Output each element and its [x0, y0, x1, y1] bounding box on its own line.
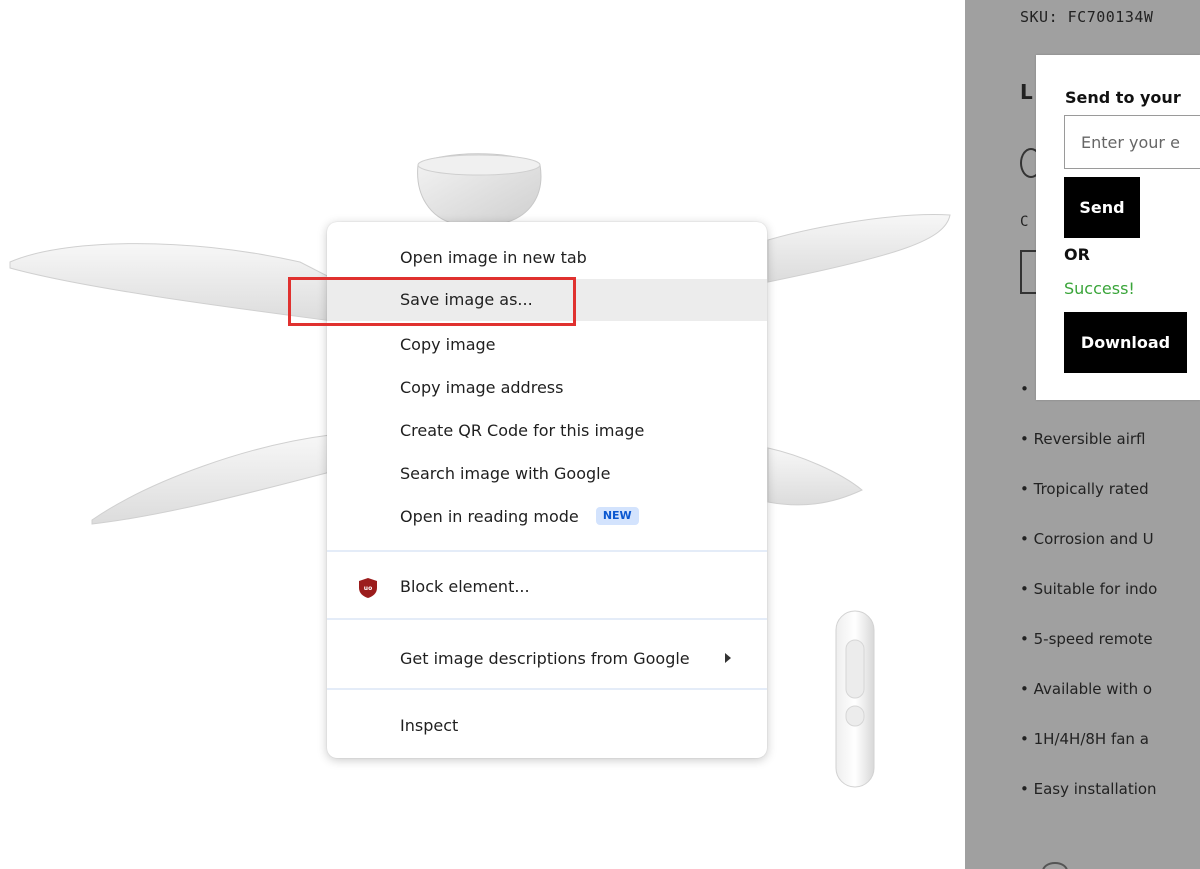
- or-divider-label: OR: [1064, 245, 1090, 264]
- feature-item: • 1H/4H/8H fan a: [1020, 730, 1149, 748]
- menu-item-open-reading-mode[interactable]: Open in reading mode NEW: [327, 496, 767, 538]
- partial-icon: [1042, 862, 1068, 869]
- menu-item-label: Open image in new tab: [400, 248, 587, 267]
- menu-item-label: Search image with Google: [400, 464, 611, 483]
- menu-item-save-image-as[interactable]: Save image as...: [327, 279, 767, 321]
- fan-blade: [91, 434, 339, 525]
- menu-item-label: Copy image address: [400, 378, 564, 397]
- menu-item-create-qr-code[interactable]: Create QR Code for this image: [327, 410, 767, 452]
- menu-item-copy-image[interactable]: Copy image: [327, 324, 767, 366]
- success-message: Success!: [1064, 279, 1135, 298]
- fan-remote: [835, 610, 875, 788]
- new-badge: NEW: [595, 506, 639, 525]
- ublock-origin-icon: uo: [359, 578, 377, 598]
- menu-separator: [327, 618, 767, 620]
- menu-item-label: Block element...: [400, 577, 530, 596]
- download-button[interactable]: Download: [1064, 312, 1187, 373]
- menu-separator: [327, 550, 767, 552]
- option-label: C: [1020, 214, 1029, 230]
- context-menu: Open image in new tab Save image as... C…: [327, 222, 767, 758]
- menu-item-label: Copy image: [400, 335, 496, 354]
- feature-item: • Reversible airfl: [1020, 430, 1146, 448]
- submenu-arrow-icon: [725, 653, 731, 663]
- fan-blade: [767, 214, 951, 283]
- product-heading: L: [1020, 80, 1033, 104]
- feature-bullet: •: [1020, 380, 1030, 398]
- feature-item: • Easy installation: [1020, 780, 1157, 798]
- fan-blade: [767, 447, 863, 506]
- menu-separator: [327, 688, 767, 690]
- menu-item-search-image-google[interactable]: Search image with Google: [327, 453, 767, 495]
- menu-item-inspect[interactable]: Inspect: [327, 705, 767, 747]
- feature-item: • Corrosion and U: [1020, 530, 1154, 548]
- menu-item-label: Create QR Code for this image: [400, 421, 645, 440]
- menu-item-image-descriptions[interactable]: Get image descriptions from Google: [327, 638, 767, 680]
- feature-item: • Available with o: [1020, 680, 1153, 698]
- menu-item-label: Get image descriptions from Google: [400, 649, 690, 668]
- popup-title: Send to your: [1065, 88, 1181, 107]
- menu-item-label: Save image as...: [400, 290, 533, 309]
- menu-item-label: Open in reading mode: [400, 507, 579, 526]
- product-sku: SKU: FC700134W: [1020, 8, 1154, 26]
- send-button[interactable]: Send: [1064, 177, 1140, 238]
- menu-item-open-image-new-tab[interactable]: Open image in new tab: [327, 237, 767, 279]
- feature-item: • 5-speed remote: [1020, 630, 1153, 648]
- menu-item-block-element[interactable]: uo Block element...: [327, 566, 767, 608]
- email-input[interactable]: [1064, 115, 1200, 169]
- feature-item: • Tropically rated: [1020, 480, 1149, 498]
- menu-item-copy-image-address[interactable]: Copy image address: [327, 367, 767, 409]
- svg-text:uo: uo: [364, 585, 372, 592]
- feature-item: • Suitable for indo: [1020, 580, 1158, 598]
- menu-item-label: Inspect: [400, 716, 459, 735]
- fan-blade: [9, 243, 346, 323]
- send-to-email-popup: Send to your Send OR Success! Download: [1036, 55, 1200, 400]
